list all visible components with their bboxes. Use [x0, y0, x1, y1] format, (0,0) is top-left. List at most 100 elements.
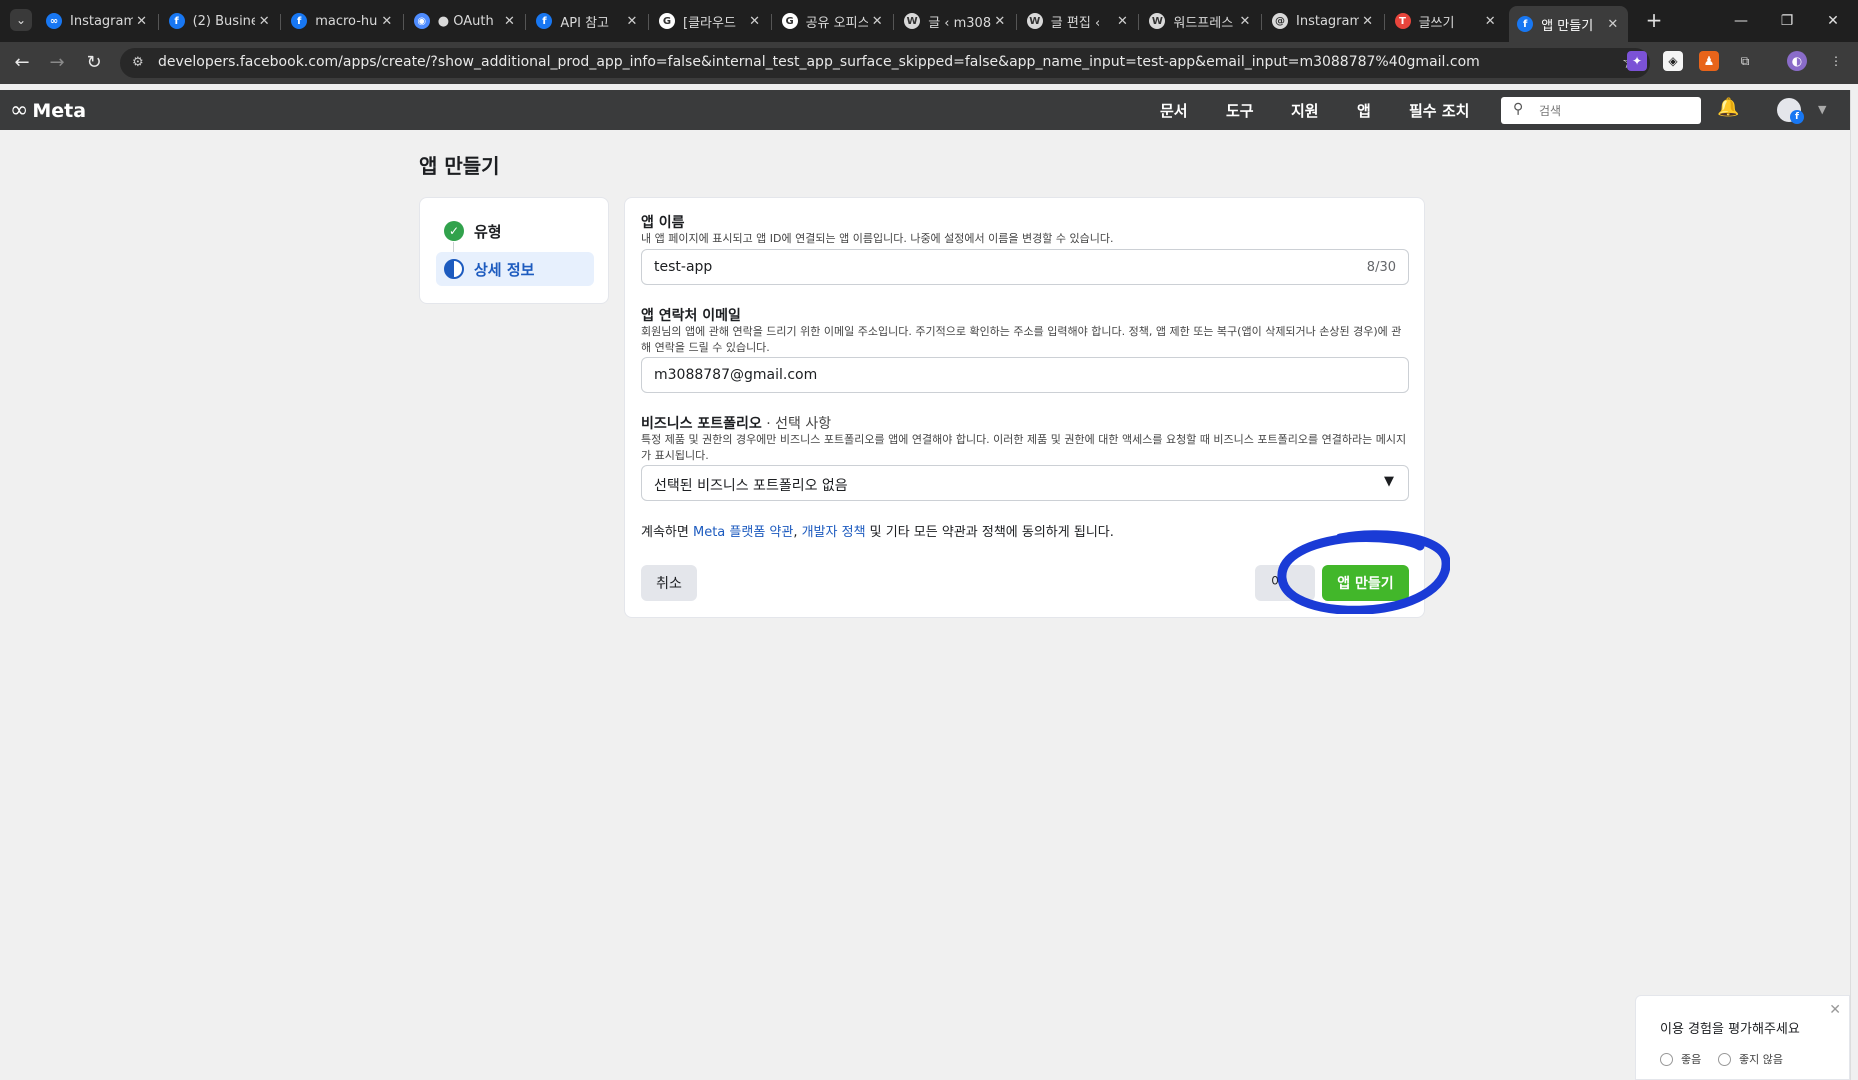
tab-close-icon[interactable]: ✕ — [133, 14, 151, 29]
tab-title: (2) Business — [192, 13, 256, 29]
browser-tab[interactable]: T 글쓰기 ✕ — [1387, 6, 1506, 36]
close-icon[interactable]: ✕ — [1829, 1002, 1841, 1018]
browser-tab[interactable]: f (2) Business✕ — [161, 6, 280, 36]
facebook-icon: f — [168, 13, 185, 29]
tab-close-icon[interactable]: ✕ — [1113, 14, 1131, 29]
tab-close-icon[interactable]: ✕ — [1236, 14, 1254, 29]
tab-title: 앱 만들기 — [1541, 18, 1594, 34]
dropdown-caret-icon: ▼ — [1384, 474, 1394, 489]
tab-close-icon[interactable]: ✕ — [623, 14, 641, 29]
feedback-good-option[interactable]: 좋음 — [1660, 1051, 1701, 1067]
tab-close-icon[interactable]: ✕ — [1481, 14, 1499, 29]
back-icon[interactable]: ← — [10, 51, 34, 75]
tab-close-icon[interactable]: ✕ — [991, 14, 1009, 29]
tab-separator — [525, 14, 527, 30]
tab-close-icon[interactable]: ✕ — [500, 14, 518, 29]
menu-apps[interactable]: 앱 — [1357, 100, 1371, 121]
terms-notice: 계속하면 Meta 플랫폼 약관, 개발자 정책 및 기타 모든 약관과 정책에… — [641, 525, 1114, 540]
tab-title: 워드프레스 — [1173, 15, 1234, 31]
vertical-scrollbar[interactable] — [1850, 90, 1858, 1080]
meta-logo[interactable]: ∞ Meta — [10, 98, 86, 123]
radio-icon[interactable] — [1660, 1052, 1673, 1066]
tab-separator — [1261, 14, 1262, 30]
extension-icon[interactable]: ◈ — [1663, 51, 1683, 71]
reload-icon[interactable]: ↻ — [82, 51, 106, 75]
tab-title: ● OAuth — [437, 13, 494, 29]
tab-close-icon[interactable]: ✕ — [378, 14, 396, 29]
browser-tab[interactable]: ◉ ● OAuth ✕ — [406, 6, 525, 36]
browser-menu-icon[interactable]: ⋮ — [1826, 51, 1846, 71]
tab-title: [클라우드 — [683, 15, 736, 31]
browser-tab[interactable]: W 워드프레스 ✕ — [1141, 6, 1260, 36]
annotation-circle — [1277, 530, 1450, 614]
tab-title: 글 편집 ‹ — [1050, 15, 1101, 31]
profile-icon[interactable]: ◐ — [1787, 51, 1807, 71]
email-field[interactable]: m3088787@gmail.com — [641, 357, 1409, 393]
minimize-icon[interactable]: — — [1718, 8, 1764, 34]
feedback-widget: ✕ 이용 경험을 평가해주세요 좋음 좋지 않음 — [1635, 995, 1850, 1080]
tab-close-icon[interactable]: ✕ — [1604, 17, 1622, 32]
restore-icon[interactable]: ❐ — [1764, 8, 1810, 34]
notification-bell-icon[interactable]: 🔔 — [1717, 97, 1739, 118]
forward-icon[interactable]: → — [45, 51, 69, 75]
tab-separator — [402, 14, 404, 30]
platform-terms-link[interactable]: Meta 플랫폼 약관 — [693, 525, 793, 540]
business-portfolio-description: 특정 제품 및 권한의 경우에만 비즈니스 포트폴리오를 앱에 연결해야 합니다… — [641, 433, 1407, 462]
browser-tab[interactable]: W 글 ‹ m3088✕ — [896, 6, 1015, 36]
page-title: 앱 만들기 — [419, 154, 500, 178]
meta-infinity-icon: ∞ — [10, 98, 29, 123]
radio-icon[interactable] — [1718, 1052, 1731, 1066]
browser-tab[interactable]: ∞ Instagram ✕ — [38, 6, 157, 36]
feedback-title: 이용 경험을 평가해주세요 — [1660, 1022, 1800, 1037]
browser-tab[interactable]: G [클라우드 ✕ — [651, 6, 770, 36]
browser-tab[interactable]: f API 참고 ✕ — [528, 6, 647, 36]
tab-close-icon[interactable]: ✕ — [868, 14, 886, 29]
tab-title: 글 ‹ m3088 — [928, 15, 991, 31]
menu-docs[interactable]: 문서 — [1160, 100, 1188, 121]
address-bar[interactable]: ⚙ developers.facebook.com/apps/create/?s… — [120, 48, 1650, 78]
extension-icon[interactable]: ♟ — [1699, 51, 1719, 71]
menu-support[interactable]: 지원 — [1291, 100, 1319, 121]
step-type[interactable]: ✓ 유형 — [436, 214, 594, 248]
browser-tab[interactable]: W 글 편집 ‹ ✕ — [1019, 6, 1138, 36]
close-window-icon[interactable]: ✕ — [1810, 8, 1856, 34]
wordpress-icon: W — [1026, 13, 1043, 29]
meta-icon: ∞ — [46, 13, 62, 29]
site-info-icon[interactable]: ⚙ — [132, 55, 148, 71]
feedback-bad-option[interactable]: 좋지 않음 — [1718, 1051, 1783, 1067]
developer-policy-link[interactable]: 개발자 정책 — [802, 525, 866, 540]
tab-separator — [648, 14, 649, 30]
browser-tab[interactable]: f macro-hub✕ — [283, 6, 402, 36]
business-portfolio-select[interactable]: 선택된 비즈니스 포트폴리오 없음 ▼ — [641, 465, 1409, 501]
cancel-button[interactable]: 취소 — [641, 565, 697, 601]
tab-close-icon[interactable]: ✕ — [255, 14, 273, 29]
tab-title: 공유 오피스 — [805, 15, 869, 31]
tab-close-icon[interactable]: ✕ — [746, 14, 764, 29]
browser-tab[interactable]: G 공유 오피스 ✕ — [774, 6, 893, 36]
app-name-description: 내 앱 페이지에 표시되고 앱 ID에 연결되는 앱 이름입니다. 나중에 설정… — [641, 232, 1114, 245]
tab-title: API 참고 — [560, 15, 610, 31]
chat-icon: ◉ — [413, 13, 430, 29]
tab-separator — [1383, 14, 1385, 30]
browser-tab[interactable]: @ Instagram ✕ — [1264, 6, 1383, 36]
browser-tab[interactable]: f 앱 만들기 ✕ — [1509, 6, 1628, 42]
extension-icon[interactable]: ✦ — [1627, 51, 1647, 71]
tab-close-icon[interactable]: ✕ — [1359, 14, 1377, 29]
tab-separator — [1015, 14, 1017, 30]
search-input[interactable]: ⚲ 검색 — [1501, 97, 1701, 124]
g-icon: G — [659, 13, 675, 29]
chevron-down-icon[interactable]: ▼ — [1818, 103, 1826, 116]
menu-required-actions[interactable]: 필수 조치 — [1409, 100, 1469, 121]
step-details[interactable]: 상세 정보 — [436, 252, 594, 286]
facebook-badge-icon: f — [1790, 110, 1804, 124]
app-name-input[interactable]: test-app 8/30 — [641, 249, 1409, 285]
tab-search-icon[interactable]: ⌄ — [10, 9, 32, 31]
menu-tools[interactable]: 도구 — [1226, 100, 1254, 121]
wordpress-icon: W — [1149, 13, 1166, 29]
tab-separator — [280, 14, 282, 30]
browser-tab-bar: ⌄ ∞Instagram✕f(2) Business✕fmacro-hub✕◉●… — [0, 0, 1858, 42]
new-tab-button[interactable]: + — [1642, 9, 1666, 33]
browser-toolbar: ← → ↻ ⚙ developers.facebook.com/apps/cre… — [0, 42, 1858, 84]
contact-email-description: 회원님의 앱에 관해 연락을 드리기 위한 이메일 주소입니다. 주기적으로 확… — [641, 325, 1402, 354]
extensions-puzzle-icon[interactable]: ⧉ — [1735, 51, 1755, 71]
